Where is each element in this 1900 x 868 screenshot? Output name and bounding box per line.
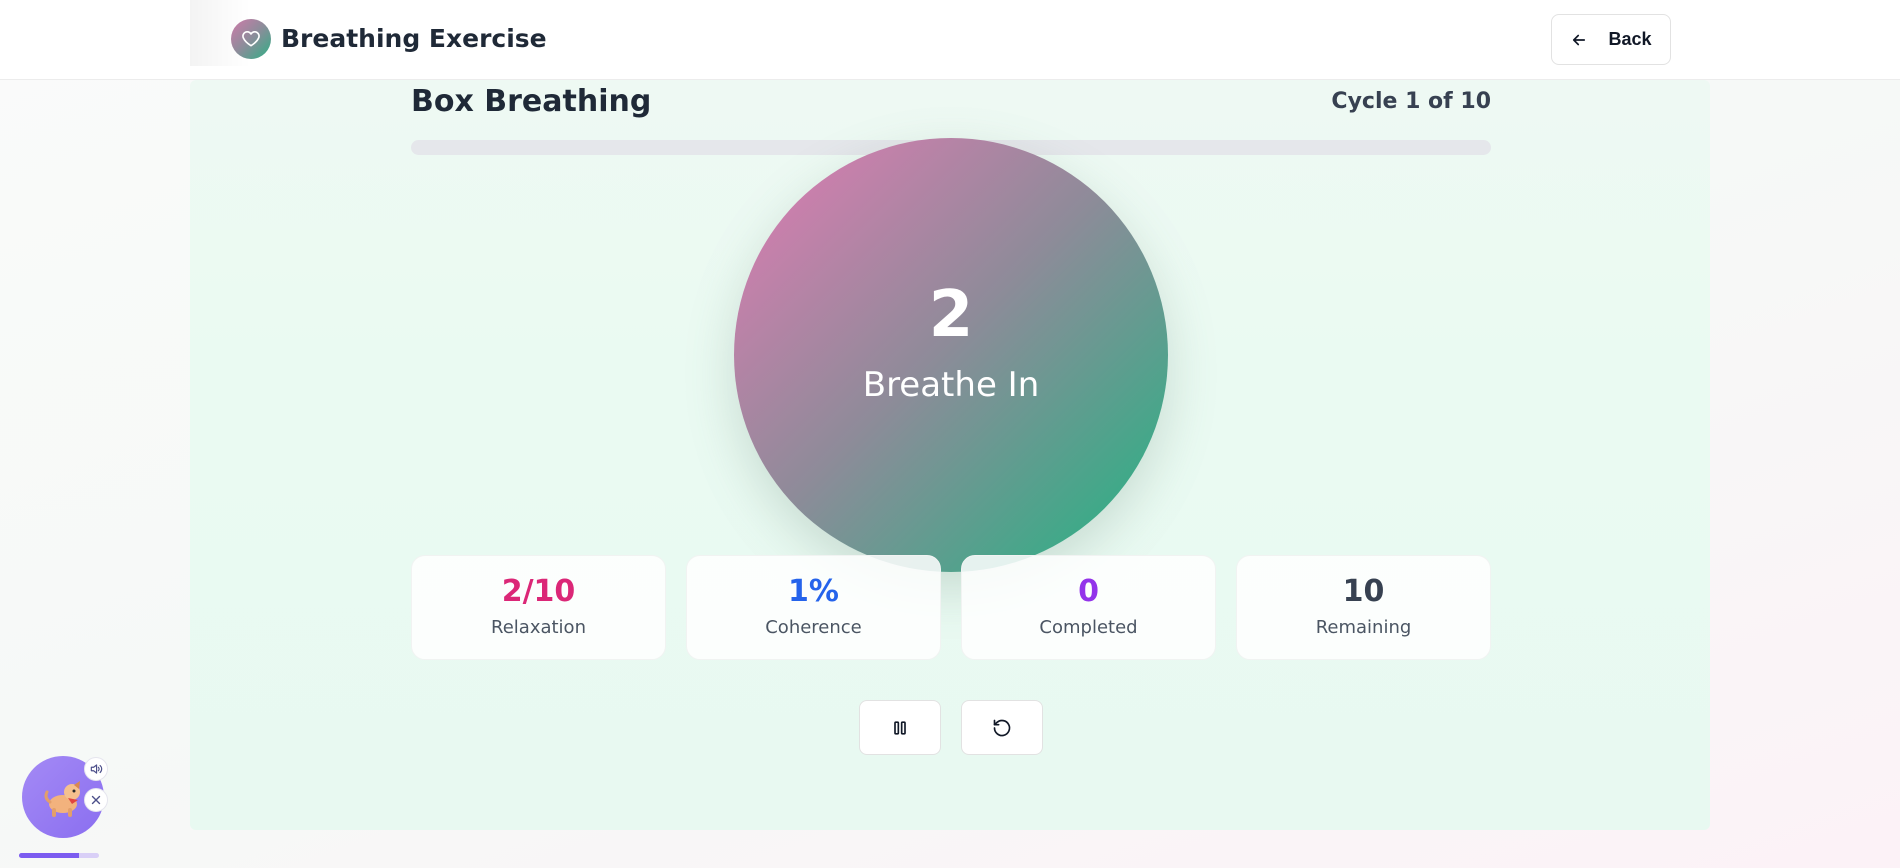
stat-label: Coherence	[765, 617, 862, 638]
sound-toggle-button[interactable]	[84, 757, 108, 781]
heart-icon	[231, 19, 271, 59]
arrow-left-icon	[1573, 34, 1586, 45]
exercise-title: Box Breathing	[411, 84, 652, 119]
pause-button[interactable]	[859, 700, 941, 755]
stat-value: 10	[1342, 574, 1385, 609]
top-header: Breathing Exercise Back	[0, 0, 1900, 80]
stat-card-completed: 0 Completed	[961, 555, 1216, 660]
close-icon	[91, 795, 101, 805]
stat-value: 1%	[788, 574, 839, 609]
breath-phase: Breathe In	[862, 365, 1040, 405]
stat-value: 0	[1078, 574, 1099, 609]
restart-icon	[993, 719, 1011, 736]
dog-mascot-icon	[44, 781, 80, 817]
stat-label: Completed	[1039, 617, 1138, 638]
back-button[interactable]: Back	[1551, 14, 1671, 65]
stat-label: Relaxation	[491, 617, 586, 638]
back-label: Back	[1608, 29, 1652, 49]
stat-card-relaxation: 2/10 Relaxation	[411, 555, 666, 660]
breath-count: 2	[928, 278, 974, 352]
stats-row: 2/10 Relaxation 1% Coherence 0 Completed…	[411, 555, 1491, 660]
restart-button[interactable]	[961, 700, 1043, 755]
widget-progress-fill	[19, 853, 79, 858]
pause-icon	[894, 720, 906, 735]
app-title: Breathing Exercise	[281, 24, 547, 53]
breathing-circle: 2 Breathe In	[734, 138, 1168, 572]
speaker-icon	[90, 764, 103, 774]
widget-progress-bar	[19, 853, 99, 858]
stat-card-coherence: 1% Coherence	[686, 555, 941, 660]
stat-value: 2/10	[501, 574, 576, 609]
stat-card-remaining: 10 Remaining	[1236, 555, 1491, 660]
stat-label: Remaining	[1315, 617, 1412, 638]
exercise-controls	[859, 700, 1043, 755]
close-widget-button[interactable]	[84, 788, 108, 812]
cycle-indicator: Cycle 1 of 10	[1331, 89, 1491, 114]
